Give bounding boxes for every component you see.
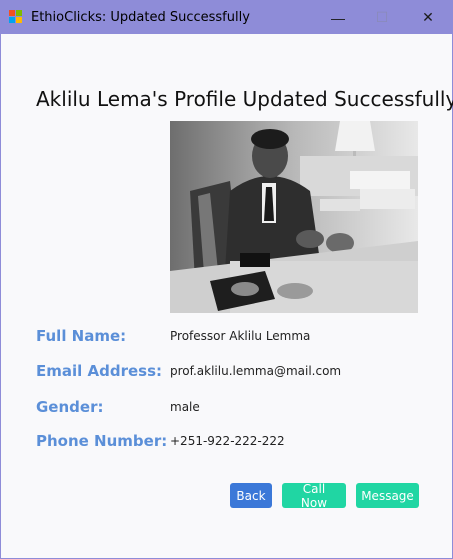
minimize-button[interactable]: — <box>315 1 361 34</box>
close-icon: ✕ <box>422 9 434 25</box>
message-button[interactable]: Message <box>356 483 419 508</box>
maximize-button[interactable]: ☐ <box>359 1 405 34</box>
call-now-button[interactable]: Call Now <box>282 482 346 510</box>
maximize-icon: ☐ <box>375 9 389 25</box>
app-icon <box>9 10 23 24</box>
profile-photo <box>170 121 418 313</box>
minimize-icon: — <box>331 9 345 26</box>
page-heading: Aklilu Lema's Profile Updated Successful… <box>36 87 453 111</box>
value-email: prof.aklilu.lemma@mail.com <box>170 364 342 378</box>
value-full-name: Professor Aklilu Lemma <box>170 329 311 343</box>
label-phone: Phone Number: <box>36 432 168 450</box>
back-button[interactable]: Back <box>230 483 272 508</box>
profile-photo-image <box>170 121 418 313</box>
value-phone: +251-922-222-222 <box>170 434 285 448</box>
window-title: EthioClicks: Updated Successfully <box>31 10 250 25</box>
label-full-name: Full Name: <box>36 327 127 345</box>
close-button[interactable]: ✕ <box>405 1 451 34</box>
label-email: Email Address: <box>36 362 163 380</box>
title-bar[interactable]: EthioClicks: Updated Successfully — ☐ ✕ <box>1 1 452 34</box>
label-gender: Gender: <box>36 398 104 416</box>
value-gender: male <box>170 400 200 414</box>
app-window: EthioClicks: Updated Successfully — ☐ ✕ … <box>0 0 453 559</box>
